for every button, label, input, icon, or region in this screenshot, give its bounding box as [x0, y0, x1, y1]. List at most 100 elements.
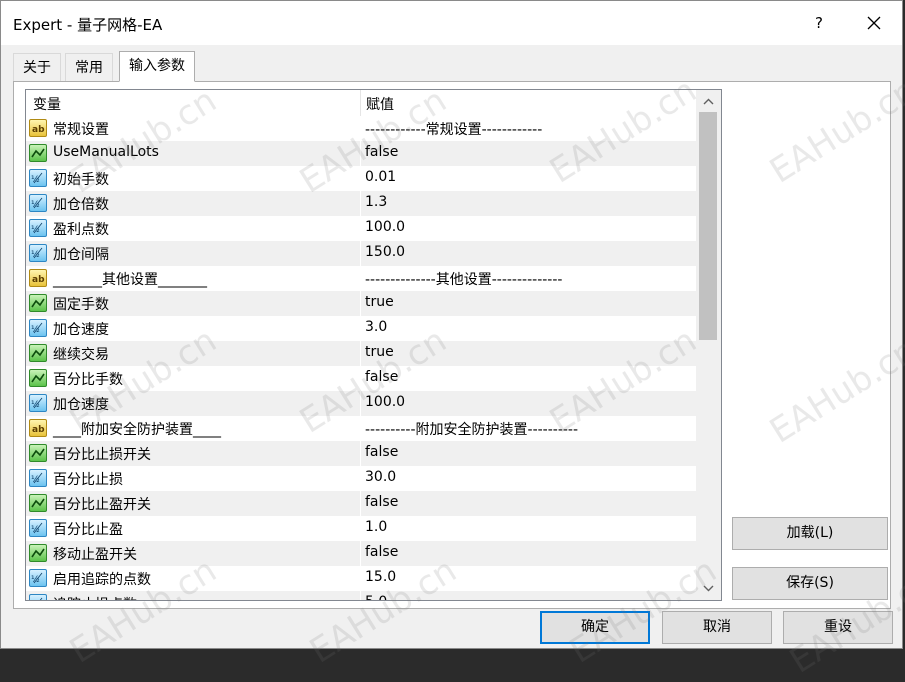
scrollbar-thumb[interactable] [699, 112, 717, 340]
cancel-button[interactable]: 取消 [662, 611, 772, 644]
parameter-value[interactable]: 100.0 [365, 219, 405, 235]
help-button[interactable]: ? [801, 5, 837, 41]
ok-button[interactable]: 确定 [540, 611, 650, 644]
tab-common[interactable]: 常用 [65, 53, 113, 81]
ab-string-icon: ab [29, 419, 47, 437]
parameter-value[interactable]: false [365, 544, 398, 560]
table-row[interactable]: ½ 初始手数 0.01 [26, 166, 696, 191]
parameter-value[interactable]: 1.3 [365, 194, 387, 210]
parameter-name: 继续交易 [53, 347, 109, 363]
parameter-value[interactable]: true [365, 294, 394, 310]
svg-text:½: ½ [31, 400, 40, 410]
chevron-down-icon [703, 585, 714, 592]
bool-icon [29, 494, 47, 512]
inputs-tab-panel: 变量 赋值 ab 常规设置 ------------常规设置------------… [13, 81, 891, 609]
table-row[interactable]: ½ 盈利点数 100.0 [26, 216, 696, 241]
bool-icon [29, 544, 47, 562]
parameter-value[interactable]: false [365, 494, 398, 510]
expert-dialog: Expert - 量子网格-EA ? 关于 常用 输入参数 变量 赋值 ab 常规… [0, 0, 905, 682]
svg-text:ab: ab [32, 275, 45, 285]
table-row[interactable]: 继续交易 true [26, 341, 696, 366]
table-row[interactable]: ½ 百分比止损 30.0 [26, 466, 696, 491]
vertical-scrollbar[interactable] [696, 90, 721, 600]
parameter-value[interactable]: ----------附加安全防护装置---------- [365, 419, 578, 439]
parameter-value[interactable]: false [365, 144, 398, 160]
parameter-value[interactable]: ------------常规设置------------ [365, 119, 542, 139]
number-icon: ½ [29, 319, 47, 337]
parameter-name: ____附加安全防护装置____ [53, 422, 221, 438]
bool-icon [29, 144, 47, 162]
svg-text:½: ½ [31, 200, 40, 210]
parameter-value[interactable]: 15.0 [365, 569, 396, 585]
parameter-value[interactable]: true [365, 344, 394, 360]
window-title: Expert - 量子网格-EA [13, 16, 163, 34]
parameter-value[interactable]: 0.01 [365, 169, 396, 185]
parameter-name: 盈利点数 [53, 222, 109, 238]
parameter-value[interactable]: 1.0 [365, 519, 387, 535]
parameter-value[interactable]: 100.0 [365, 394, 405, 410]
parameter-name: 百分比手数 [53, 372, 123, 388]
parameter-value[interactable]: false [365, 369, 398, 385]
table-row[interactable]: ab _______其他设置_______ --------------其他设置--… [26, 266, 696, 291]
bool-icon [29, 369, 47, 387]
table-row[interactable]: ½ 加仓速度 3.0 [26, 316, 696, 341]
svg-text:ab: ab [32, 125, 45, 135]
table-row[interactable]: ½ 百分比止盈 1.0 [26, 516, 696, 541]
parameter-name: UseManualLots [53, 144, 159, 160]
number-icon: ½ [29, 394, 47, 412]
parameter-name: 百分比止盈开关 [53, 497, 151, 513]
parameter-name: 加仓间隔 [53, 247, 109, 263]
save-button[interactable]: 保存(S) [732, 567, 888, 600]
number-icon: ½ [29, 594, 47, 600]
parameter-name: 常规设置 [53, 122, 109, 138]
number-icon: ½ [29, 569, 47, 587]
table-row[interactable]: 百分比手数 false [26, 366, 696, 391]
parameter-value[interactable]: false [365, 444, 398, 460]
bool-icon [29, 344, 47, 362]
table-row[interactable]: ½ 启用追踪的点数 15.0 [26, 566, 696, 591]
reset-button[interactable]: 重设 [783, 611, 893, 644]
table-row[interactable]: 移动止盈开关 false [26, 541, 696, 566]
table-row[interactable]: ½ 加仓间隔 150.0 [26, 241, 696, 266]
parameter-value[interactable]: 5.0 [365, 594, 387, 600]
table-row[interactable]: ab ____附加安全防护装置____ ----------附加安全防护装置----… [26, 416, 696, 441]
parameter-name: 加仓速度 [53, 397, 109, 413]
ab-string-icon: ab [29, 269, 47, 287]
parameter-name: 百分比止损 [53, 472, 123, 488]
parameter-name: 百分比止盈 [53, 522, 123, 538]
table-row[interactable]: ½ 加仓倍数 1.3 [26, 191, 696, 216]
parameter-name: 固定手数 [53, 297, 109, 313]
parameter-value[interactable]: 150.0 [365, 244, 405, 260]
parameter-name: 移动止盈开关 [53, 547, 137, 563]
table-row[interactable]: 百分比止损开关 false [26, 441, 696, 466]
parameter-name: 百分比止损开关 [53, 447, 151, 463]
tab-inputs[interactable]: 输入参数 [119, 51, 195, 82]
table-row[interactable]: ½ 追踪止损点数 5.0 [26, 591, 696, 600]
load-button[interactable]: 加载(L) [732, 517, 888, 550]
scroll-down-button[interactable] [696, 578, 721, 598]
close-button[interactable] [856, 5, 892, 41]
table-row[interactable]: 百分比止盈开关 false [26, 491, 696, 516]
parameter-value[interactable]: 3.0 [365, 319, 387, 335]
number-icon: ½ [29, 169, 47, 187]
scroll-up-button[interactable] [696, 92, 721, 112]
title-bar: Expert - 量子网格-EA ? [1, 1, 902, 45]
column-header-variable[interactable]: 变量 [33, 94, 61, 114]
table-row[interactable]: UseManualLots false [26, 141, 696, 166]
number-icon: ½ [29, 469, 47, 487]
table-row[interactable]: 固定手数 true [26, 291, 696, 316]
svg-text:½: ½ [31, 525, 40, 535]
table-row[interactable]: ab 常规设置 ------------常规设置------------ [26, 116, 696, 141]
parameter-value[interactable]: --------------其他设置-------------- [365, 269, 562, 289]
number-icon: ½ [29, 244, 47, 262]
svg-text:½: ½ [31, 475, 40, 485]
parameters-grid[interactable]: 变量 赋值 ab 常规设置 ------------常规设置------------… [25, 89, 722, 601]
table-row[interactable]: ½ 加仓速度 100.0 [26, 391, 696, 416]
bool-icon [29, 444, 47, 462]
parameter-value[interactable]: 30.0 [365, 469, 396, 485]
svg-text:½: ½ [31, 250, 40, 260]
grid-header: 变量 赋值 [26, 90, 696, 116]
tab-about[interactable]: 关于 [13, 53, 61, 81]
number-icon: ½ [29, 219, 47, 237]
column-header-value[interactable]: 赋值 [366, 94, 394, 114]
